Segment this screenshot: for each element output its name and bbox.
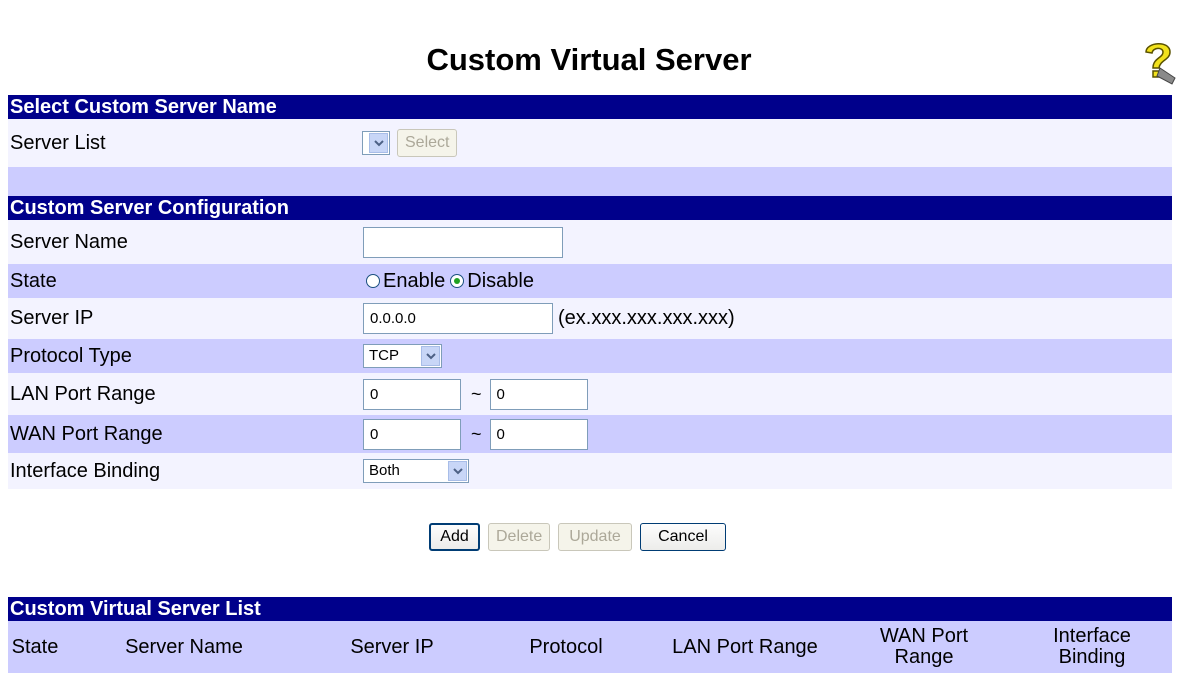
wan-port-end-input[interactable] xyxy=(489,418,588,450)
lan-port-range-row: LAN Port Range ~ xyxy=(8,373,1172,415)
chevron-down-icon xyxy=(448,461,467,481)
interface-binding-value: Both xyxy=(369,462,400,479)
interface-binding-row: Interface Binding Both xyxy=(8,453,1172,489)
wan-port-range-row: WAN Port Range ~ xyxy=(8,415,1172,453)
server-list-label: Server List xyxy=(10,132,106,154)
column-server-name: Server Name xyxy=(125,635,243,658)
server-name-input[interactable] xyxy=(363,226,563,258)
server-list-select[interactable] xyxy=(362,131,390,155)
spacer-row xyxy=(8,167,1172,196)
custom-server-configuration-header: Custom Server Configuration xyxy=(8,196,1172,220)
state-disable-label: Disable xyxy=(467,270,534,292)
interface-binding-label: Interface Binding xyxy=(10,460,161,482)
server-list-table-header: State Server Name Server IP Protocol LAN… xyxy=(8,621,1172,673)
state-label: State xyxy=(10,270,57,292)
column-server-ip: Server IP xyxy=(350,635,434,658)
server-name-label: Server Name xyxy=(10,231,128,253)
server-name-row: Server Name xyxy=(8,220,1172,264)
state-enable-radio[interactable] xyxy=(366,274,380,288)
page-title: Custom Virtual Server xyxy=(426,42,752,77)
wan-port-range-label: WAN Port Range xyxy=(10,423,163,445)
column-wan-port-range: WAN Port Range xyxy=(879,625,969,668)
server-ip-input[interactable] xyxy=(363,303,553,334)
state-enable-label: Enable xyxy=(383,270,446,292)
column-protocol: Protocol xyxy=(529,635,603,658)
interface-binding-select[interactable]: Both xyxy=(363,459,469,483)
server-list-row: Server List Select xyxy=(8,119,1172,167)
action-buttons: Add Delete Update Cancel xyxy=(429,523,726,551)
protocol-type-row: Protocol Type TCP xyxy=(8,339,1172,373)
lan-port-start-input[interactable] xyxy=(363,378,461,410)
protocol-type-select[interactable]: TCP xyxy=(363,344,442,368)
chevron-down-icon xyxy=(369,133,388,153)
state-disable-radio[interactable] xyxy=(450,274,465,288)
column-lan-port-range: LAN Port Range xyxy=(672,635,818,658)
column-interface-binding: Interface Binding xyxy=(1053,625,1131,668)
wan-range-separator: ~ xyxy=(471,424,482,444)
server-ip-label: Server IP xyxy=(10,307,94,329)
wan-port-start-input[interactable] xyxy=(363,418,461,450)
server-ip-hint: (ex.xxx.xxx.xxx.xxx) xyxy=(558,307,735,329)
cancel-button[interactable]: Cancel xyxy=(640,523,726,551)
add-button[interactable]: Add xyxy=(429,523,480,551)
select-button[interactable]: Select xyxy=(397,129,458,157)
protocol-type-value: TCP xyxy=(369,347,399,364)
column-state: State xyxy=(11,635,59,658)
delete-button[interactable]: Delete xyxy=(488,523,550,551)
lan-port-end-input[interactable] xyxy=(489,378,588,410)
help-question-icon[interactable] xyxy=(1140,38,1176,86)
lan-port-range-label: LAN Port Range xyxy=(10,383,156,405)
server-ip-row: Server IP (ex.xxx.xxx.xxx.xxx) xyxy=(8,298,1172,339)
select-custom-server-header: Select Custom Server Name xyxy=(8,95,1172,119)
protocol-type-label: Protocol Type xyxy=(10,345,132,367)
update-button[interactable]: Update xyxy=(558,523,632,551)
state-row: State Enable Disable xyxy=(8,264,1172,298)
chevron-down-icon xyxy=(421,346,440,366)
lan-range-separator: ~ xyxy=(471,384,482,404)
custom-virtual-server-list-header: Custom Virtual Server List xyxy=(8,597,1172,621)
custom-virtual-server-page: Custom Virtual Server Select Custom Serv… xyxy=(0,0,1178,673)
